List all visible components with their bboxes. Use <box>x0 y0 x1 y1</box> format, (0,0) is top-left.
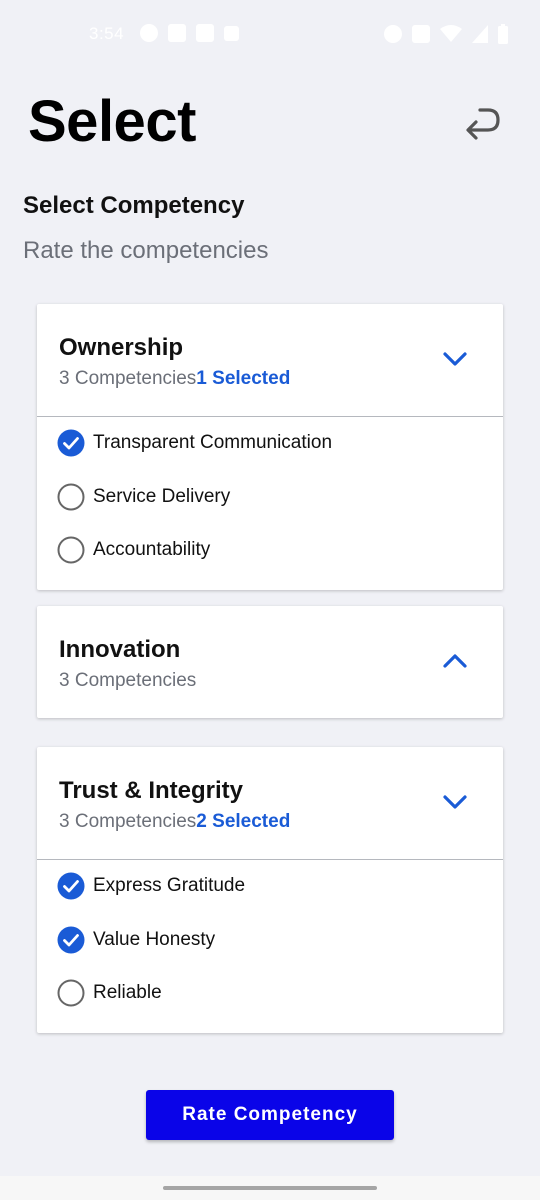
system-icons <box>384 24 508 44</box>
competency-option[interactable]: Reliable <box>37 971 503 1025</box>
competency-group-trust-integrity: Trust & Integrity 3 Competencies2 Select… <box>37 747 503 1033</box>
section-title: Select Competency <box>23 192 245 219</box>
wifi-icon <box>440 25 462 42</box>
group-count: 3 Competencies <box>59 368 197 389</box>
status-time: 3:54 <box>89 24 125 43</box>
group-count: 3 Competencies <box>59 811 197 832</box>
signal-icon <box>472 25 488 43</box>
status-bar: 3:54 <box>0 0 540 70</box>
group-selected-count: 2 Selected <box>196 811 291 832</box>
return-arrow-icon <box>466 108 500 140</box>
unchecked-icon[interactable] <box>57 483 85 511</box>
section-subtitle: Rate the competencies <box>23 237 269 264</box>
checked-icon[interactable] <box>57 926 85 954</box>
group-title: Ownership <box>59 334 184 361</box>
unchecked-icon[interactable] <box>57 536 85 564</box>
group-title: Trust & Integrity <box>59 777 244 804</box>
notification-icons <box>140 24 239 42</box>
group-header[interactable]: Trust & Integrity 3 Competencies2 Select… <box>37 747 503 859</box>
group-summary: 3 Competencies2 Selected <box>59 811 290 833</box>
competency-group-ownership: Ownership 3 Competencies1 Selected Trans… <box>37 304 503 590</box>
rate-competency-button[interactable]: Rate Competency <box>146 1090 394 1140</box>
competency-option[interactable]: Service Delivery <box>37 475 503 529</box>
option-label: Express Gratitude <box>93 875 246 896</box>
image-icon <box>168 24 186 42</box>
chevron-up-icon[interactable] <box>441 650 469 672</box>
competency-option[interactable]: Accountability <box>37 528 503 582</box>
vibrate-icon <box>412 25 430 43</box>
battery-icon <box>498 24 508 44</box>
option-label: Value Honesty <box>93 928 216 950</box>
group-summary: 3 Competencies <box>59 670 196 692</box>
competency-option[interactable]: Transparent Communication <box>37 421 503 475</box>
group-selected-count: 1 Selected <box>196 368 291 389</box>
group-title: Innovation <box>59 636 181 663</box>
chevron-down-icon[interactable] <box>441 791 469 813</box>
image-icon <box>196 24 214 42</box>
checked-icon[interactable] <box>57 872 85 900</box>
competency-group-innovation: Innovation 3 Competencies <box>37 606 503 718</box>
option-label: Accountability <box>93 539 211 560</box>
option-label: Reliable <box>93 982 162 1003</box>
chevron-down-icon[interactable] <box>441 348 469 370</box>
alarm-icon <box>384 25 402 43</box>
image-icon <box>224 25 239 41</box>
page-title: Select <box>28 89 196 154</box>
option-label: Service Delivery <box>93 485 231 507</box>
back-button[interactable] <box>456 100 504 140</box>
group-count: 3 Competencies <box>59 670 197 691</box>
unchecked-icon[interactable] <box>57 979 85 1007</box>
navigation-bar <box>0 1176 540 1200</box>
competency-option[interactable]: Express Gratitude <box>37 864 503 918</box>
group-header[interactable]: Ownership 3 Competencies1 Selected <box>37 304 503 416</box>
home-gesture-handle[interactable] <box>163 1186 377 1190</box>
app-icon <box>140 24 158 42</box>
checked-icon[interactable] <box>57 429 85 457</box>
option-label: Transparent Communication <box>93 432 333 453</box>
competency-option[interactable]: Value Honesty <box>37 918 503 972</box>
group-summary: 3 Competencies1 Selected <box>59 368 290 390</box>
group-header[interactable]: Innovation 3 Competencies <box>37 606 503 718</box>
